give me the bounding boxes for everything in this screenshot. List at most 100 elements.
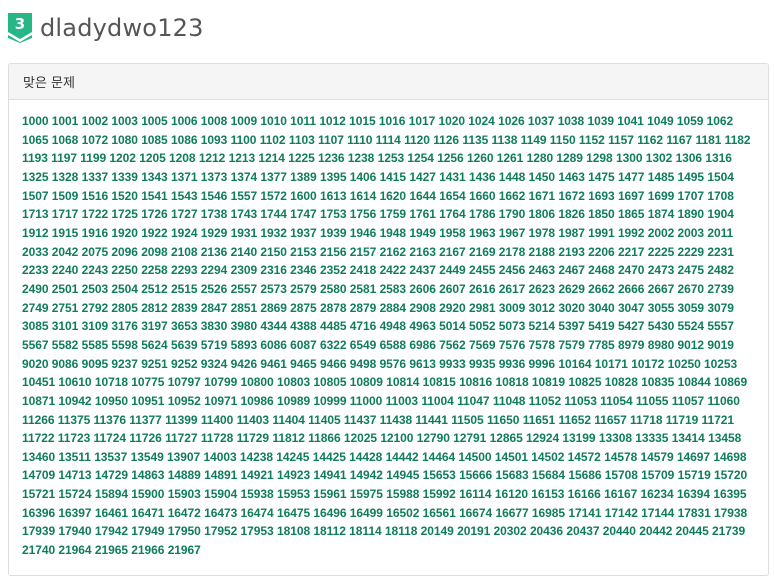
problem-link[interactable]: 2162	[380, 245, 407, 259]
problem-link[interactable]: 14923	[277, 468, 310, 482]
problem-link[interactable]: 10835	[641, 375, 674, 389]
problem-link[interactable]: 1427	[409, 170, 436, 184]
problem-link[interactable]: 1967	[499, 226, 526, 240]
problem-link[interactable]: 1949	[409, 226, 436, 240]
problem-link[interactable]: 2456	[499, 263, 526, 277]
problem-link[interactable]: 1182	[725, 133, 751, 147]
problem-link[interactable]: 17949	[131, 524, 164, 538]
problem-link[interactable]: 20440	[603, 524, 636, 538]
problem-link[interactable]: 1916	[82, 226, 109, 240]
problem-link[interactable]: 12025	[344, 431, 377, 445]
problem-link[interactable]: 15900	[131, 487, 164, 501]
problem-link[interactable]: 11657	[594, 413, 627, 427]
problem-link[interactable]: 21967	[168, 543, 201, 557]
problem-link[interactable]: 1149	[521, 133, 547, 147]
problem-link[interactable]: 7569	[469, 338, 496, 352]
problem-link[interactable]: 1086	[171, 133, 198, 147]
problem-link[interactable]: 5557	[707, 319, 734, 333]
problem-link[interactable]: 1298	[586, 151, 613, 165]
problem-link[interactable]: 3197	[141, 319, 168, 333]
problem-link[interactable]: 11812	[272, 431, 305, 445]
problem-link[interactable]: 2908	[409, 301, 436, 315]
problem-link[interactable]: 1890	[678, 207, 705, 221]
problem-link[interactable]: 1302	[646, 151, 673, 165]
problem-link[interactable]: 5639	[171, 338, 198, 352]
problem-link[interactable]: 15988	[386, 487, 419, 501]
problem-link[interactable]: 1717	[52, 207, 79, 221]
problem-link[interactable]: 9613	[409, 357, 436, 371]
problem-link[interactable]: 3109	[82, 319, 109, 333]
problem-link[interactable]: 2573	[260, 282, 287, 296]
problem-link[interactable]: 9426	[231, 357, 258, 371]
problem-link[interactable]: 6986	[409, 338, 436, 352]
problem-link[interactable]: 20442	[639, 524, 672, 538]
problem-link[interactable]: 2670	[678, 282, 705, 296]
problem-link[interactable]: 13458	[708, 431, 741, 445]
problem-link[interactable]: 1072	[82, 133, 109, 147]
problem-link[interactable]: 1756	[350, 207, 377, 221]
problem-link[interactable]: 1992	[618, 226, 645, 240]
problem-link[interactable]: 18118	[385, 524, 418, 538]
problem-link[interactable]: 14003	[203, 450, 236, 464]
problem-link[interactable]: 12100	[380, 431, 413, 445]
problem-link[interactable]: 11729	[237, 431, 270, 445]
problem-link[interactable]: 1786	[469, 207, 496, 221]
problem-link[interactable]: 1009	[231, 114, 258, 128]
problem-link[interactable]: 15904	[204, 487, 237, 501]
problem-link[interactable]: 2666	[618, 282, 645, 296]
problem-link[interactable]: 1662	[499, 189, 526, 203]
problem-link[interactable]: 1431	[439, 170, 466, 184]
problem-link[interactable]: 10819	[532, 375, 565, 389]
problem-link[interactable]: 1613	[320, 189, 347, 203]
problem-link[interactable]: 2033	[22, 245, 49, 259]
problem-link[interactable]: 1672	[558, 189, 585, 203]
problem-link[interactable]: 1707	[678, 189, 705, 203]
problem-link[interactable]: 15724	[58, 487, 91, 501]
problem-link[interactable]: 10942	[58, 394, 91, 408]
problem-link[interactable]: 14921	[241, 468, 274, 482]
problem-link[interactable]: 9012	[678, 338, 705, 352]
problem-link[interactable]: 10815	[423, 375, 456, 389]
problem-link[interactable]: 10451	[22, 375, 55, 389]
problem-link[interactable]: 15975	[350, 487, 383, 501]
problem-link[interactable]: 1289	[556, 151, 583, 165]
problem-link[interactable]: 10803	[277, 375, 310, 389]
problem-link[interactable]: 2473	[648, 263, 675, 277]
problem-link[interactable]: 9324	[201, 357, 228, 371]
problem-link[interactable]: 17938	[714, 506, 747, 520]
problem-link[interactable]: 1697	[618, 189, 645, 203]
problem-link[interactable]: 14942	[350, 468, 383, 482]
problem-link[interactable]: 9498	[350, 357, 377, 371]
problem-link[interactable]: 1546	[201, 189, 228, 203]
problem-link[interactable]: 2437	[409, 263, 436, 277]
problem-link[interactable]: 1328	[52, 170, 79, 184]
problem-link[interactable]: 10844	[678, 375, 711, 389]
problem-link[interactable]: 13907	[167, 450, 200, 464]
problem-link[interactable]: 2075	[82, 245, 109, 259]
problem-link[interactable]: 2233	[22, 263, 49, 277]
problem-link[interactable]: 2309	[231, 263, 258, 277]
problem-link[interactable]: 11055	[636, 394, 669, 408]
problem-link[interactable]: 11404	[272, 413, 305, 427]
problem-link[interactable]: 21740	[22, 543, 55, 557]
problem-link[interactable]: 15709	[641, 468, 674, 482]
problem-link[interactable]: 11057	[672, 394, 705, 408]
problem-link[interactable]: 5598	[111, 338, 138, 352]
problem-link[interactable]: 11047	[457, 394, 490, 408]
problem-link[interactable]: 11722	[22, 431, 55, 445]
problem-link[interactable]: 14578	[604, 450, 637, 464]
problem-link[interactable]: 7579	[558, 338, 585, 352]
problem-link[interactable]: 3176	[111, 319, 138, 333]
problem-link[interactable]: 1020	[439, 114, 466, 128]
problem-link[interactable]: 1727	[171, 207, 198, 221]
problem-link[interactable]: 1015	[349, 114, 376, 128]
problem-link[interactable]: 16120	[495, 487, 528, 501]
problem-link[interactable]: 1016	[379, 114, 406, 128]
problem-link[interactable]: 17831	[678, 506, 711, 520]
problem-link[interactable]: 1991	[588, 226, 615, 240]
problem-link[interactable]: 1406	[350, 170, 377, 184]
problem-link[interactable]: 11726	[129, 431, 162, 445]
problem-link[interactable]: 9251	[141, 357, 168, 371]
problem-link[interactable]: 10989	[277, 394, 310, 408]
problem-link[interactable]: 1001	[52, 114, 79, 128]
